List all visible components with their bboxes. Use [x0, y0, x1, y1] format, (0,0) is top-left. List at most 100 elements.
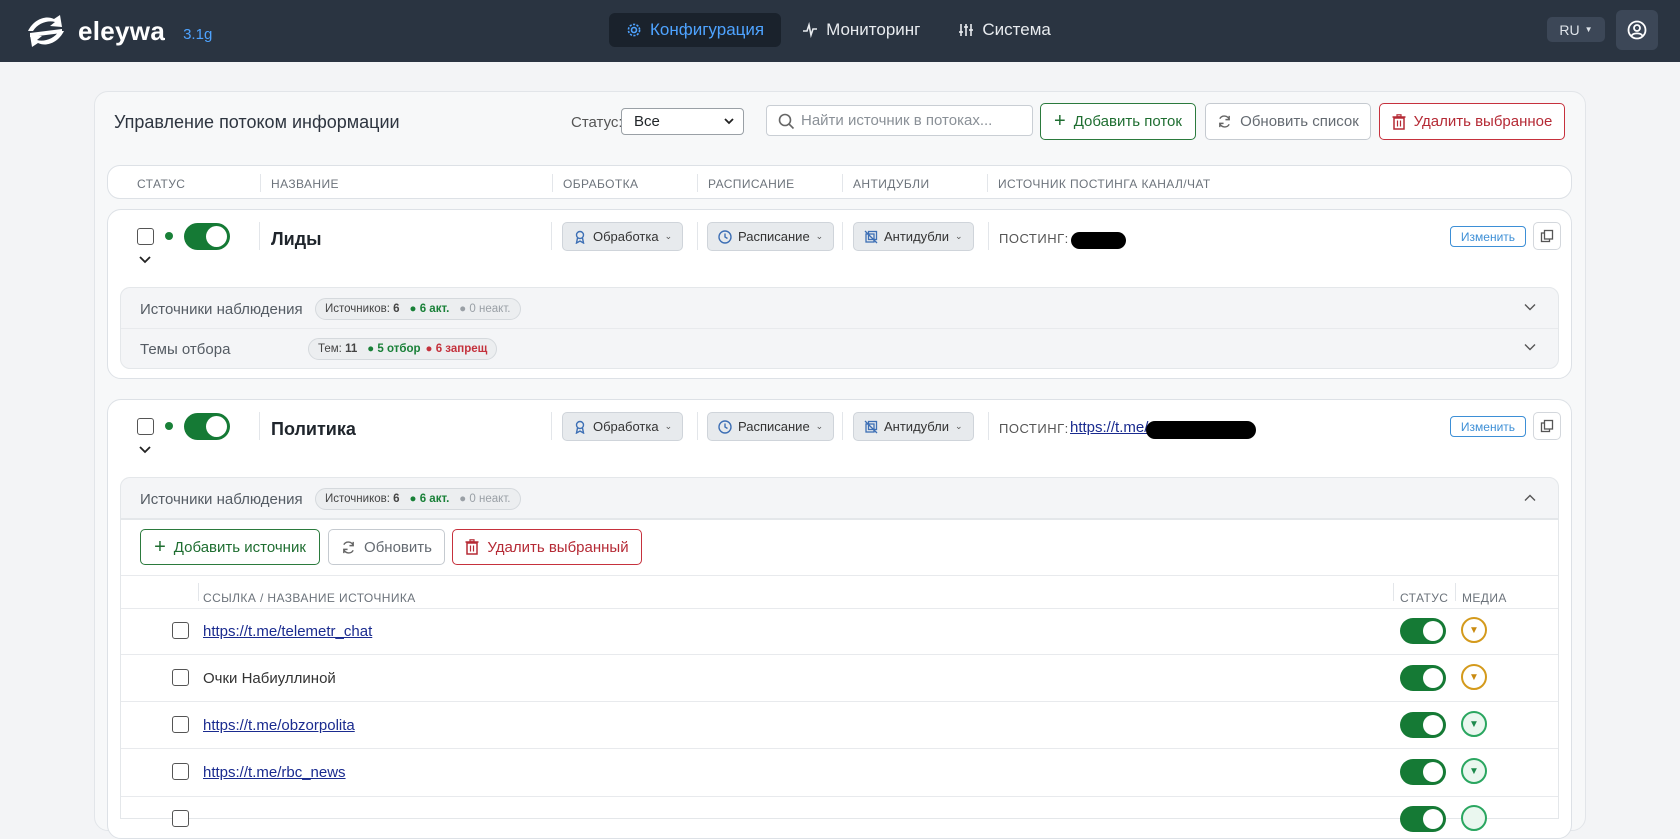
antidup-label: Антидубли	[884, 419, 950, 434]
topics-count-text: Тем: 11	[318, 343, 357, 355]
divider	[121, 654, 1558, 655]
add-flow-button[interactable]: + Добавить поток	[1040, 103, 1196, 140]
caret-down-icon: ▼	[1584, 25, 1593, 34]
brand[interactable]: eleywa 3.1g	[24, 9, 212, 53]
chevron-down-icon[interactable]	[1524, 343, 1536, 351]
posting-label: ПОСТИНГ:	[999, 421, 1069, 436]
media-indicator-icon[interactable]: ▼	[1461, 711, 1487, 737]
edit-flow-button[interactable]: Изменить	[1450, 226, 1526, 247]
source-checkbox[interactable]	[172, 810, 189, 827]
column-status: СТАТУС	[137, 177, 186, 191]
tab-system[interactable]: Система	[941, 13, 1067, 47]
media-indicator-icon[interactable]: ▼	[1461, 758, 1487, 784]
source-status-toggle[interactable]	[1400, 712, 1446, 738]
src-column-status: СТАТУС	[1400, 591, 1449, 605]
source-status-toggle[interactable]	[1400, 665, 1446, 691]
sources-count-text: Источников: 6	[325, 303, 400, 315]
antidup-dropdown[interactable]: Антидубли ⌄	[853, 222, 974, 251]
refresh-sources-button[interactable]: Обновить	[328, 529, 445, 565]
copy-off-icon	[864, 230, 878, 243]
source-checkbox[interactable]	[172, 669, 189, 686]
sources-active-count: ● 6 акт.	[409, 493, 450, 505]
refresh-list-button[interactable]: Обновить список	[1205, 103, 1371, 140]
flow-checkbox[interactable]	[137, 228, 154, 245]
tab-monitoring-label: Мониторинг	[826, 20, 921, 39]
chevron-down-icon: ⌄	[815, 421, 824, 431]
source-status-toggle[interactable]	[1400, 759, 1446, 785]
media-indicator-icon[interactable]	[1461, 805, 1487, 831]
delete-source-button[interactable]: Удалить выбранный	[452, 529, 642, 565]
column-posting-source: ИСТОЧНИК ПОСТИНГА КАНАЛ/ЧАТ	[998, 177, 1211, 191]
edit-flow-button[interactable]: Изменить	[1450, 416, 1526, 437]
plus-icon: +	[154, 535, 166, 558]
processing-dropdown[interactable]: Обработка ⌄	[562, 222, 684, 251]
language-dropdown[interactable]: RU ▼	[1547, 17, 1605, 42]
chevron-down-icon[interactable]	[139, 255, 151, 264]
user-menu-button[interactable]	[1616, 10, 1658, 50]
chevron-down-icon[interactable]	[1524, 303, 1536, 311]
topics-section-title[interactable]: Темы отбора	[140, 341, 230, 358]
sources-section-title[interactable]: Источники наблюдения	[140, 491, 303, 508]
divider	[842, 222, 843, 250]
copy-flow-button[interactable]	[1533, 222, 1561, 250]
app-version: 3.1g	[183, 25, 213, 43]
topics-count-label: Тем:	[318, 343, 342, 355]
refresh-icon	[1219, 115, 1231, 128]
gear-icon	[627, 23, 641, 37]
redacted-block	[1071, 232, 1126, 249]
chevron-down-icon: ⌄	[955, 421, 963, 431]
column-schedule: РАСПИСАНИЕ	[708, 177, 795, 191]
schedule-label: Расписание	[738, 229, 810, 244]
source-link[interactable]: https://t.me/telemetr_chat	[203, 623, 372, 640]
column-processing: ОБРАБОТКА	[563, 177, 639, 191]
divider	[121, 328, 1558, 329]
posting-link[interactable]: https://t.me/	[1070, 419, 1148, 436]
tab-configuration-label: Конфигурация	[650, 20, 765, 39]
app-name: eleywa	[78, 15, 166, 46]
column-divider	[1455, 583, 1456, 601]
processing-dropdown[interactable]: Обработка ⌄	[562, 412, 684, 441]
divider	[697, 222, 698, 250]
column-divider	[552, 174, 553, 192]
trash-icon	[465, 539, 479, 555]
chevron-up-icon[interactable]	[1524, 494, 1536, 502]
schedule-dropdown[interactable]: Расписание ⌄	[707, 412, 835, 441]
sources-count-text: Источников: 6	[325, 493, 400, 505]
sources-section-title[interactable]: Источники наблюдения	[140, 301, 303, 318]
media-indicator-icon[interactable]: ▼	[1461, 617, 1487, 643]
antidup-dropdown[interactable]: Антидубли ⌄	[853, 412, 974, 441]
source-link[interactable]: https://t.me/obzorpolita	[203, 717, 355, 734]
divider	[121, 796, 1558, 797]
media-indicator-icon[interactable]: ▼	[1461, 664, 1487, 690]
tab-monitoring[interactable]: Мониторинг	[785, 13, 937, 47]
chevron-down-icon: ⌄	[664, 231, 673, 241]
schedule-dropdown[interactable]: Расписание ⌄	[707, 222, 835, 251]
copy-flow-button[interactable]	[1533, 412, 1561, 440]
flow-active-toggle[interactable]	[184, 223, 230, 250]
top-navbar: eleywa 3.1g Конфигурация Мониторинг Сист…	[0, 0, 1680, 62]
eleywa-logo-icon	[28, 15, 64, 47]
source-link[interactable]: https://t.me/rbc_news	[203, 764, 346, 781]
sources-count-label: Источников:	[325, 493, 390, 505]
flow-checkbox[interactable]	[137, 418, 154, 435]
pulse-icon	[803, 22, 818, 38]
delete-selected-button[interactable]: Удалить выбранное	[1379, 103, 1565, 140]
flow-name: Лиды	[271, 229, 322, 249]
divider	[121, 608, 1558, 609]
tab-configuration[interactable]: Конфигурация	[609, 13, 782, 47]
source-status-toggle[interactable]	[1400, 618, 1446, 644]
chevron-down-icon[interactable]	[139, 445, 151, 454]
source-status-toggle[interactable]	[1400, 806, 1446, 832]
status-filter-select[interactable]: Все	[621, 108, 744, 135]
chevron-down-icon: ⌄	[815, 231, 824, 241]
page-title: Управление потоком информации	[114, 112, 400, 132]
search-input[interactable]: Найти источник в потоках...	[766, 105, 1033, 136]
add-source-button[interactable]: + Добавить источник	[140, 529, 320, 565]
column-antidup: АНТИДУБЛИ	[853, 177, 930, 191]
flow-active-toggle[interactable]	[184, 413, 230, 440]
source-checkbox[interactable]	[172, 622, 189, 639]
source-checkbox[interactable]	[172, 716, 189, 733]
chevron-down-icon	[724, 118, 734, 125]
column-divider	[260, 174, 261, 192]
source-checkbox[interactable]	[172, 763, 189, 780]
